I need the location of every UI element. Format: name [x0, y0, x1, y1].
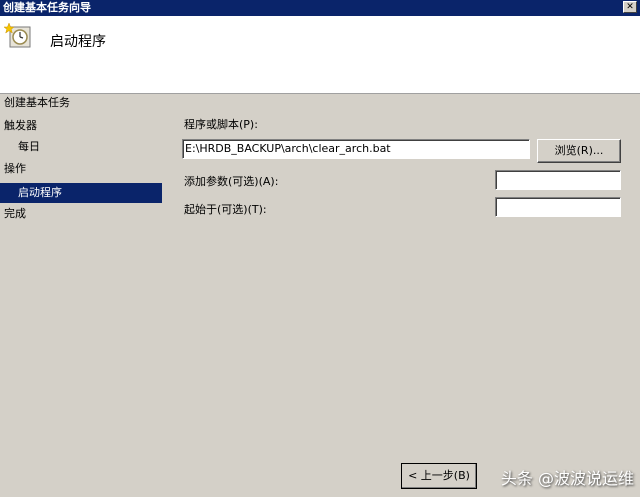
close-button[interactable]: ✕: [623, 1, 637, 13]
step-action[interactable]: 操作: [0, 159, 26, 179]
step-finish[interactable]: 完成: [0, 204, 26, 224]
step-start-program[interactable]: 启动程序: [0, 183, 162, 203]
task-clock-icon: [4, 22, 31, 48]
window-title: 创建基本任务向导: [3, 1, 91, 14]
close-icon: ✕: [626, 2, 634, 12]
watermark: 头条 @波波说运维: [500, 469, 634, 488]
start-in-input[interactable]: [495, 197, 621, 217]
program-input[interactable]: E:\HRDB_BACKUP\arch\clear_arch.bat: [182, 139, 530, 159]
title-bar: 创建基本任务向导 ✕: [0, 0, 640, 16]
page-title: 启动程序: [50, 34, 106, 50]
step-trigger[interactable]: 触发器: [0, 116, 37, 136]
wizard-header: 启动程序: [0, 16, 640, 94]
step-daily[interactable]: 每日: [0, 137, 40, 157]
steps-heading: 创建基本任务: [4, 96, 70, 109]
start-in-label: 起始于(可选)(T):: [184, 203, 267, 216]
args-input[interactable]: [495, 170, 621, 190]
browse-button[interactable]: 浏览(R)...: [537, 139, 621, 163]
back-button[interactable]: < 上一步(B): [401, 463, 477, 489]
args-label: 添加参数(可选)(A):: [184, 175, 279, 188]
program-label: 程序或脚本(P):: [184, 118, 258, 131]
